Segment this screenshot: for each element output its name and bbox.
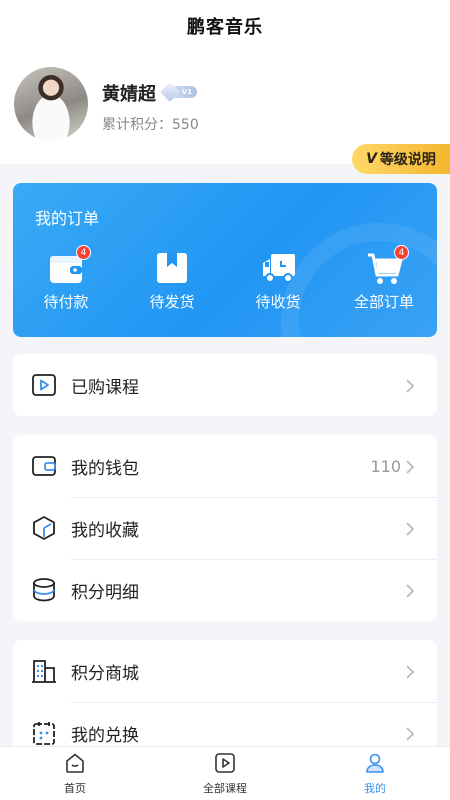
order-all[interactable]: 4 全部订单	[331, 245, 437, 312]
building-icon	[31, 658, 57, 684]
calendar-exchange-icon	[31, 720, 57, 746]
menu-group-account: 我的钱包 110 我的收藏 积分明细	[13, 435, 437, 621]
tab-label: 全部课程	[203, 781, 247, 795]
menu-label: 积分明细	[71, 582, 139, 603]
chevron-right-icon	[403, 521, 417, 536]
play-course-icon	[31, 372, 57, 398]
profile-section: 黄婧超 V1 累计积分：550 V 等级说明	[0, 52, 450, 174]
chevron-right-icon	[403, 459, 417, 474]
order-label: 待收货	[255, 293, 301, 311]
course-play-icon	[214, 752, 236, 778]
menu-label: 已购课程	[71, 377, 139, 398]
diamond-icon	[160, 82, 180, 102]
coins-icon	[31, 577, 57, 603]
orders-title: 我的订单	[35, 209, 100, 228]
truck-icon	[261, 251, 295, 285]
menu-item-wallet[interactable]: 我的钱包 110	[13, 435, 437, 497]
wallet-outline-icon	[31, 453, 57, 479]
home-icon	[64, 752, 86, 778]
menu-label: 积分商城	[71, 663, 139, 684]
wallet-icon: 4	[49, 245, 91, 285]
chevron-right-icon	[403, 726, 417, 741]
bookmark-box-icon	[155, 251, 189, 285]
menu-label: 我的兑换	[71, 725, 139, 746]
menu-item-favorites[interactable]: 我的收藏	[13, 497, 437, 559]
avatar[interactable]	[14, 67, 88, 141]
tab-all-courses[interactable]: 全部课程	[150, 747, 300, 800]
level-badge-text: V1	[181, 88, 192, 96]
tab-home[interactable]: 首页	[0, 747, 150, 800]
menu-item-points-mall[interactable]: 积分商城	[13, 640, 437, 702]
menu-group-courses: 已购课程	[13, 354, 437, 416]
tab-label: 我的	[364, 781, 386, 795]
order-status-list: 4 待付款 待发货 待收货 4 全部订单	[13, 245, 437, 312]
menu-item-purchased-courses[interactable]: 已购课程	[13, 354, 437, 416]
wallet-balance: 110	[370, 456, 401, 476]
main-content: 我的订单 4 待付款 待发货 待收货 4 全部订单 已购课程 我的钱包 110 …	[0, 164, 450, 764]
cube-icon	[31, 515, 57, 541]
points-total: 累计积分：550	[102, 117, 199, 133]
level-badge: V1	[160, 82, 197, 102]
badge-count: 4	[76, 245, 91, 260]
chevron-right-icon	[403, 664, 417, 679]
my-orders-card: 我的订单 4 待付款 待发货 待收货 4 全部订单	[13, 183, 437, 337]
tab-mine[interactable]: 我的	[300, 747, 450, 800]
chevron-right-icon	[403, 583, 417, 598]
menu-label: 我的收藏	[71, 520, 139, 541]
order-label: 待发货	[149, 293, 195, 311]
top-bar: 鹏客音乐	[0, 0, 450, 52]
bottom-tab-bar: 首页 全部课程 我的	[0, 746, 450, 800]
cart-icon: 4	[367, 245, 409, 285]
order-label: 全部订单	[353, 293, 414, 311]
tab-label: 首页	[64, 781, 86, 795]
order-label: 待付款	[43, 293, 89, 311]
page-title: 鹏客音乐	[187, 17, 263, 38]
user-icon	[364, 752, 386, 778]
order-pending-receipt[interactable]: 待收货	[225, 251, 331, 312]
order-pending-payment[interactable]: 4 待付款	[13, 245, 119, 312]
chevron-right-icon	[403, 378, 417, 393]
menu-item-points-detail[interactable]: 积分明细	[13, 559, 437, 621]
menu-label: 我的钱包	[71, 458, 139, 479]
badge-count: 4	[394, 245, 409, 260]
username: 黄婧超	[102, 84, 156, 105]
order-pending-shipment[interactable]: 待发货	[119, 251, 225, 312]
